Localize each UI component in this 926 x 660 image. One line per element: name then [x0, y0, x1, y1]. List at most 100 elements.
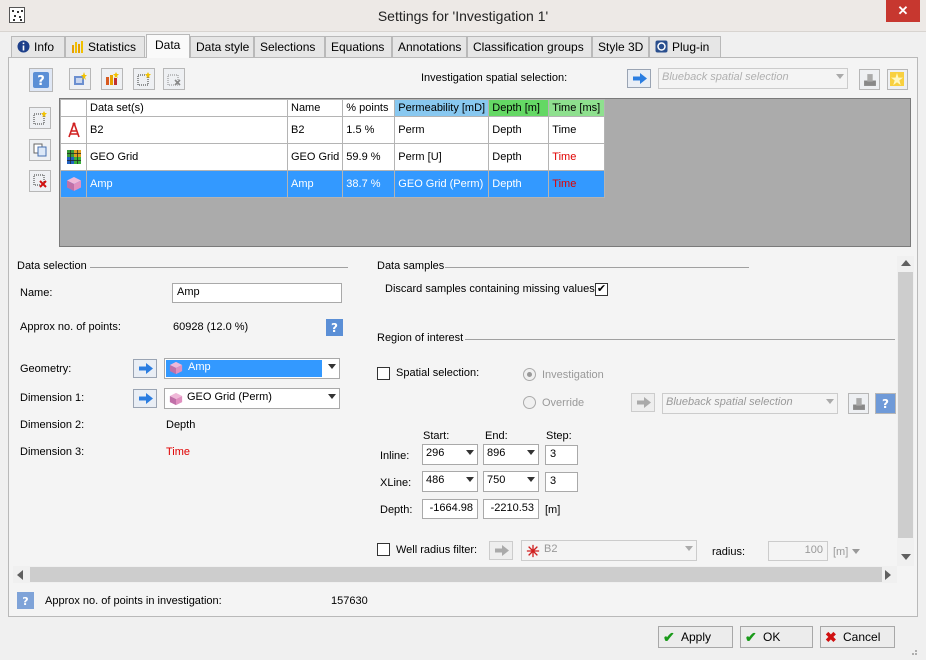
delete-selection-button[interactable] [163, 68, 185, 90]
approx-help-button[interactable]: ? [326, 319, 343, 336]
well-insert-button[interactable] [489, 541, 513, 560]
tab-selections[interactable]: Selections [254, 36, 325, 57]
spatial-settings-button[interactable] [859, 69, 880, 90]
tab-statistics[interactable]: Statistics [65, 36, 145, 57]
spatial-insert-button[interactable] [627, 69, 651, 88]
add-dataset-button[interactable] [69, 68, 91, 90]
horizontal-scroll-thumb[interactable] [30, 567, 882, 582]
override-radio[interactable] [523, 396, 536, 409]
inline-step-input[interactable]: 3 [545, 445, 578, 465]
column-header-depth[interactable]: Depth [m] [488, 99, 550, 117]
spatial-selection-checkbox[interactable] [377, 367, 390, 380]
delete-row-button[interactable] [29, 170, 51, 192]
investigation-spatial-select[interactable]: Blueback spatial selection [658, 68, 848, 89]
scroll-right-icon[interactable] [885, 570, 891, 580]
override-select[interactable]: Blueback spatial selection [662, 393, 838, 414]
chevron-down-icon[interactable] [852, 549, 860, 554]
add-grid-button[interactable] [101, 68, 123, 90]
investigation-radio[interactable] [523, 368, 536, 381]
well-radius-checkbox[interactable] [377, 543, 390, 556]
dimension1-insert-button[interactable] [133, 389, 157, 408]
geometry-insert-button[interactable] [133, 359, 157, 378]
spatial-new-button[interactable] [887, 69, 908, 90]
chevron-down-icon [328, 394, 336, 399]
cell-y[interactable]: Depth [488, 170, 550, 198]
new-selection-button[interactable] [133, 68, 155, 90]
cancel-button[interactable]: ✖ Cancel [820, 626, 895, 648]
tab-plug-in[interactable]: Plug-in [649, 36, 721, 57]
cell-dataset[interactable]: Amp [86, 170, 288, 198]
well-icon [526, 544, 540, 558]
column-header-points[interactable]: % points [342, 99, 396, 117]
depth-start-input[interactable]: -1664.98 [422, 499, 478, 519]
table-row[interactable]: B2 B2 1.5 % Perm Depth Time [60, 116, 606, 144]
cell-name[interactable]: GEO Grid [286, 143, 344, 171]
tab-annotations[interactable]: Annotations [392, 36, 467, 57]
vertical-scroll-thumb[interactable] [898, 272, 913, 538]
xline-start-select[interactable]: 486 [422, 471, 478, 492]
cell-y[interactable]: Depth [488, 143, 550, 171]
tab-data[interactable]: Data [146, 34, 190, 58]
row-icon-cell [60, 143, 87, 171]
xline-step-input[interactable]: 3 [545, 472, 578, 492]
override-help-button[interactable]: ? [875, 393, 896, 414]
dimension1-select[interactable]: GEO Grid (Perm) [164, 388, 340, 409]
radius-input[interactable]: 100 [768, 541, 828, 561]
help-icon: ? [882, 397, 889, 411]
close-button[interactable]: ✕ [886, 0, 920, 22]
column-header-dataset[interactable]: Data set(s) [86, 99, 288, 117]
depth-end-input[interactable]: -2210.53 [483, 499, 539, 519]
vertical-scrollbar[interactable] [897, 256, 914, 566]
resize-grip-icon[interactable] [908, 646, 918, 656]
cell-name[interactable]: B2 [286, 116, 344, 144]
override-settings-button[interactable] [848, 393, 869, 414]
delete-row-icon [33, 174, 47, 188]
check-icon: ✔ [663, 629, 675, 645]
cell-z[interactable]: Time [548, 143, 606, 171]
table-row-selected[interactable]: Amp Amp 38.7 % GEO Grid (Perm) Depth Tim… [60, 170, 606, 198]
check-icon: ✔ [745, 629, 757, 645]
well-select[interactable]: B2 [521, 540, 697, 561]
cell-x[interactable]: Perm [U] [394, 143, 490, 171]
override-insert-button[interactable] [631, 393, 655, 412]
discard-checkbox[interactable]: ✔ [595, 283, 608, 296]
tab-classification-groups[interactable]: Classification groups [467, 36, 592, 57]
cell-dataset[interactable]: GEO Grid [86, 143, 288, 171]
tab-style-3d[interactable]: Style 3D [592, 36, 649, 57]
tab-equations[interactable]: Equations [325, 36, 392, 57]
table-row[interactable]: GEO Grid GEO Grid 59.9 % Perm [U] Depth … [60, 143, 606, 171]
name-input[interactable]: Amp [172, 283, 342, 303]
scroll-down-icon[interactable] [901, 554, 911, 560]
tab-data-style[interactable]: Data style [190, 36, 254, 57]
column-header-name[interactable]: Name [286, 99, 344, 117]
column-header-permeability[interactable]: Permeability [mD] [394, 99, 490, 117]
horizontal-scrollbar[interactable] [13, 566, 897, 583]
tab-label: Selections [260, 40, 316, 54]
cell-x[interactable]: GEO Grid (Perm) [394, 170, 490, 198]
cell-y[interactable]: Depth [488, 116, 550, 144]
override-radio-label: Override [542, 397, 585, 409]
copy-row-button[interactable] [29, 139, 51, 161]
help-button[interactable]: ? [29, 68, 53, 92]
scroll-left-icon[interactable] [17, 570, 23, 580]
cell-z[interactable]: Time [548, 116, 606, 144]
geometry-select[interactable]: Amp [164, 358, 340, 379]
column-header-time[interactable]: Time [ms] [548, 99, 606, 117]
apply-button[interactable]: ✔ Apply [658, 626, 733, 648]
investigation-points-label: Approx no. of points in investigation: [45, 595, 222, 607]
inline-end-select[interactable]: 896 [483, 444, 539, 465]
scroll-up-icon[interactable] [901, 260, 911, 266]
cell-x[interactable]: Perm [394, 116, 490, 144]
cell-z[interactable]: Time [548, 170, 606, 198]
chevron-down-icon [328, 364, 336, 369]
xline-end-select[interactable]: 750 [483, 471, 539, 492]
ok-button[interactable]: ✔ OK [740, 626, 813, 648]
geometry-label: Geometry: [20, 363, 72, 375]
cell-points: 59.9 % [342, 143, 396, 171]
tab-info[interactable]: Info [11, 36, 65, 57]
cell-dataset[interactable]: B2 [86, 116, 288, 144]
inline-start-select[interactable]: 296 [422, 444, 478, 465]
cell-name[interactable]: Amp [286, 170, 344, 198]
add-row-button[interactable] [29, 107, 51, 129]
dimension2-value: Depth [166, 419, 196, 431]
